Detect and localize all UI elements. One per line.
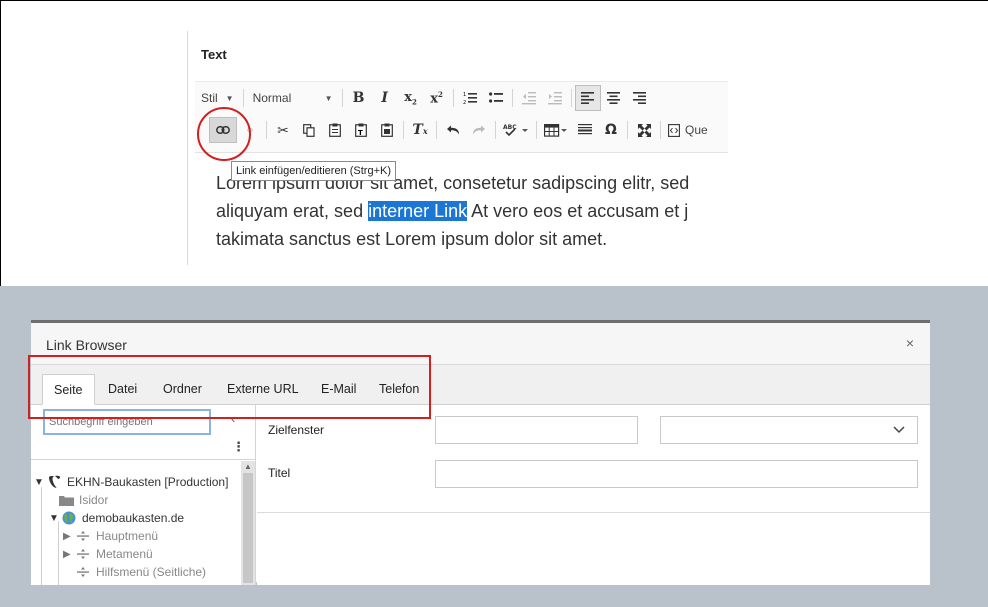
toolbar-divider <box>570 89 572 107</box>
field-label: Text <box>201 47 227 62</box>
paste-text-icon[interactable]: T <box>348 117 374 143</box>
align-left-icon[interactable] <box>574 85 601 111</box>
source-icon <box>668 123 680 137</box>
more-options-icon[interactable]: ⋮ <box>232 439 245 455</box>
superscript-icon[interactable]: x2 <box>424 85 450 111</box>
format-dropdown[interactable]: Normal ▼ <box>247 86 339 110</box>
style-dropdown[interactable]: Stil ▼ <box>195 86 240 110</box>
toolbar-divider <box>266 121 267 139</box>
caret-down-icon[interactable]: ▼ <box>34 477 46 488</box>
link-attributes-panel: Zielfenster Titel <box>257 405 930 585</box>
toolbar-divider <box>341 89 343 107</box>
svg-text:T: T <box>358 129 363 137</box>
globe-icon <box>61 511 77 525</box>
title-input[interactable] <box>435 460 918 488</box>
outdent-icon[interactable] <box>516 85 542 111</box>
tree-node-root[interactable]: ▼ EKHN-Baukasten [Production] <box>34 473 228 491</box>
subscript-icon[interactable]: x2 <box>398 85 424 111</box>
svg-text:1: 1 <box>463 92 466 98</box>
page-tree-panel: ‹ ⋮ ▼ EKHN-Baukasten [Production] Isidor… <box>31 405 256 585</box>
paste-word-icon[interactable] <box>374 117 400 143</box>
toolbar-divider <box>495 121 496 139</box>
toolbar-divider <box>511 89 513 107</box>
annotation-circle <box>197 107 251 161</box>
redo-icon[interactable] <box>466 117 492 143</box>
divider <box>257 512 930 513</box>
target-select[interactable] <box>660 416 918 444</box>
toolbar-divider <box>660 121 661 139</box>
svg-text:2: 2 <box>463 100 466 105</box>
link-tooltip: Link einfügen/editieren (Strg+K) <box>231 161 397 181</box>
chevron-down-icon <box>893 423 905 437</box>
chevron-down-icon: ▼ <box>324 93 333 103</box>
bullet-list-icon[interactable] <box>483 85 509 111</box>
italic-icon[interactable]: I <box>372 85 398 111</box>
remove-format-icon[interactable]: Tx <box>407 117 433 143</box>
menu-separator-icon <box>75 547 91 561</box>
maximize-icon[interactable] <box>631 117 657 143</box>
menu-separator-icon <box>75 565 91 579</box>
toolbar-divider <box>436 121 437 139</box>
toolbar-divider <box>452 89 454 107</box>
paste-icon[interactable] <box>322 117 348 143</box>
undo-icon[interactable] <box>440 117 466 143</box>
source-button[interactable]: Que <box>664 118 714 142</box>
scrollbar-thumb[interactable] <box>243 473 253 583</box>
caret-right-icon[interactable]: ▶ <box>63 549 75 560</box>
typo3-logo-icon <box>46 475 62 489</box>
table-icon[interactable] <box>540 117 572 143</box>
title-label: Titel <box>268 466 291 480</box>
toolbar-divider <box>403 121 404 139</box>
tree-guide-line <box>58 521 59 585</box>
annotation-box <box>28 355 431 419</box>
target-label: Zielfenster <box>268 423 325 437</box>
align-center-icon[interactable] <box>601 85 627 111</box>
tree-node-hauptmenu[interactable]: ▶ Hauptmenü <box>63 527 158 545</box>
scroll-up-icon[interactable]: ▲ <box>244 462 252 471</box>
menu-separator-icon <box>75 529 91 543</box>
special-char-icon[interactable]: Ω <box>598 117 624 143</box>
bold-icon[interactable]: B <box>346 85 372 111</box>
tree-node-demobaukasten[interactable]: ▼ demobaukasten.de <box>49 509 184 527</box>
editor-area: Text Stil ▼ Normal ▼ B I x2 x2 12 ⚭ ✂ T … <box>0 0 988 286</box>
folder-icon <box>58 493 74 507</box>
selected-link-text[interactable]: interner Link <box>368 201 468 221</box>
tree-node-hilfsmenu[interactable]: Hilfsmenü (Seitliche) <box>75 563 206 581</box>
indent-icon[interactable] <box>542 85 568 111</box>
horizontal-line-icon[interactable] <box>572 117 598 143</box>
tree-node-metamenu[interactable]: ▶ Metamenü <box>63 545 153 563</box>
modal-title: Link Browser <box>46 337 127 353</box>
copy-icon[interactable] <box>296 117 322 143</box>
rte-content[interactable]: Lorem ipsum dolor sit amet, consetetur s… <box>216 169 727 253</box>
spellcheck-icon[interactable]: ABC <box>499 117 533 143</box>
caret-right-icon[interactable]: ▶ <box>63 531 75 542</box>
toolbar-divider <box>242 89 244 107</box>
content-line: aliquyam erat, sed interner Link At vero… <box>216 201 689 221</box>
caret-down-icon[interactable]: ▼ <box>49 513 61 524</box>
numbered-list-icon[interactable]: 12 <box>457 85 483 111</box>
tree-scrollbar[interactable]: ▲ <box>241 461 255 585</box>
align-right-icon[interactable] <box>627 85 653 111</box>
content-line: takimata sanctus est Lorem ipsum dolor s… <box>216 229 608 249</box>
chevron-down-icon: ▼ <box>225 93 234 103</box>
tree-node-isidor[interactable]: Isidor <box>58 491 108 509</box>
target-input[interactable] <box>435 416 638 444</box>
tree-guide-line <box>41 487 42 585</box>
divider <box>31 459 256 460</box>
toolbar-divider <box>536 121 537 139</box>
toolbar-divider <box>627 121 628 139</box>
close-icon[interactable]: × <box>906 335 914 351</box>
cut-icon[interactable]: ✂ <box>270 117 296 143</box>
rte-toolbar: Stil ▼ Normal ▼ B I x2 x2 12 ⚭ ✂ T Tx AB… <box>195 81 728 153</box>
